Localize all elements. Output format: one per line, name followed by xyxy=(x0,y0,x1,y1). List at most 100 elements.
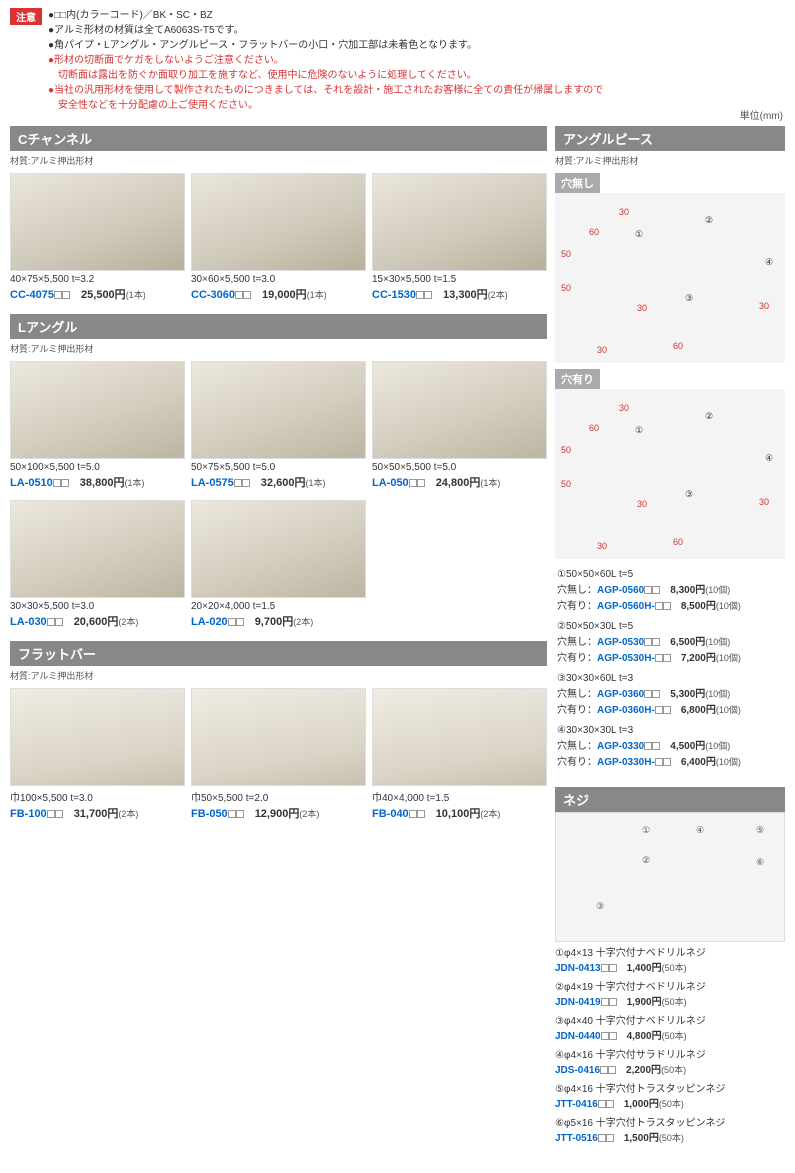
section-header: アングルピース xyxy=(555,126,785,151)
hole-block: 穴有り 30 60 50 50 30 30 60 30 ① ② ③ ④ xyxy=(555,369,785,559)
price: 8,300円 xyxy=(670,585,705,596)
product-image xyxy=(191,688,366,786)
screw-item: ②φ4×19 十字穴付ナベドリルネジ JDN-0419 1,900円(50本) xyxy=(555,980,785,1010)
desc: ③φ4×40 十字穴付ナベドリルネジ xyxy=(555,1014,785,1029)
marker: ③ xyxy=(596,901,604,912)
code: AGP-0560H- xyxy=(597,601,655,612)
dim: 50 xyxy=(561,249,571,259)
notice-line: ●□□内(カラーコード)／BK・SC・BZ xyxy=(48,8,603,23)
dim: 30 xyxy=(597,541,607,551)
qty: (10個) xyxy=(716,601,741,611)
desc: ⑤φ4×16 十字穴付トラスタッピンネジ xyxy=(555,1082,785,1097)
product-card: 30×60×5,500 t=3.0 CC-3060 19,000円(1本) xyxy=(191,173,366,302)
screw-item: ①φ4×13 十字穴付ナベドリルネジ JDN-0413 1,400円(50本) xyxy=(555,946,785,976)
screw-list: ①φ4×13 十字穴付ナベドリルネジ JDN-0413 1,400円(50本) … xyxy=(555,946,785,1146)
code: AGP-0330H- xyxy=(597,757,655,768)
right-column: アングルピース 材質:アルミ押出形材 穴無し 30 60 50 50 30 30… xyxy=(555,126,785,1158)
qty: (50本) xyxy=(662,997,687,1007)
notice-text: ●□□内(カラーコード)／BK・SC・BZ ●アルミ形材の材質は全てA6063S… xyxy=(48,8,603,113)
qty: (2本) xyxy=(480,809,500,819)
price: 20,600円 xyxy=(74,616,119,628)
code: LA-050 xyxy=(372,477,409,489)
qty: (2本) xyxy=(293,617,313,627)
qty: (10個) xyxy=(716,653,741,663)
code: LA-030 xyxy=(10,616,47,628)
product-card-empty xyxy=(372,500,547,629)
qty: (2本) xyxy=(488,290,508,300)
section-screws: ネジ ① ② ③ ④ ⑤ ⑥ ①φ4×13 十字穴付ナベドリルネジ JDN-04… xyxy=(555,787,785,1146)
qty: (2本) xyxy=(118,617,138,627)
code: CC-1530 xyxy=(372,289,416,301)
main-content: Cチャンネル 材質:アルミ押出形材 40×75×5,500 t=3.2 CC-4… xyxy=(0,126,795,1168)
spec: 30×60×5,500 t=3.0 xyxy=(191,274,366,285)
qty: (1本) xyxy=(126,290,146,300)
code-line: LA-0510 38,800円(1本) xyxy=(10,474,185,490)
code-line: CC-4075 25,500円(1本) xyxy=(10,286,185,302)
code-line: JTT-0516 1,500円(50本) xyxy=(555,1131,785,1146)
screw-item: ③φ4×40 十字穴付ナベドリルネジ JDN-0440 4,800円(50本) xyxy=(555,1014,785,1044)
marker: ③ xyxy=(685,489,693,500)
qty: (1本) xyxy=(305,478,325,488)
code: LA-0575 xyxy=(191,477,234,489)
qty: (10個) xyxy=(705,741,730,751)
spec-title: ①50×50×60L t=5 xyxy=(557,567,783,583)
marker: ① xyxy=(642,825,650,836)
spec-row: 穴有り：AGP-0360H- 6,800円(10個) xyxy=(557,703,783,719)
code-line: LA-020 9,700円(2本) xyxy=(191,613,366,629)
price: 8,500円 xyxy=(681,601,716,612)
section-flatbar: フラットバー 材質:アルミ押出形材 巾100×5,500 t=3.0 FB-10… xyxy=(10,641,547,821)
marker: ④ xyxy=(696,825,704,836)
code: CC-3060 xyxy=(191,289,235,301)
price: 1,000円 xyxy=(624,1099,659,1110)
price: 25,500円 xyxy=(81,289,126,301)
code: FB-100 xyxy=(10,808,47,820)
dim: 60 xyxy=(589,227,599,237)
spec: 20×20×4,000 t=1.5 xyxy=(191,601,366,612)
screw-item: ④φ4×16 十字穴付サラドリルネジ JDS-0416 2,200円(50本) xyxy=(555,1048,785,1078)
dim: 50 xyxy=(561,445,571,455)
qty: (50本) xyxy=(662,1031,687,1041)
marker: ⑥ xyxy=(756,857,764,868)
price: 4,500円 xyxy=(670,741,705,752)
product-card: 40×75×5,500 t=3.2 CC-4075 25,500円(1本) xyxy=(10,173,185,302)
price: 12,900円 xyxy=(255,808,300,820)
qty: (10個) xyxy=(705,637,730,647)
product-card: 15×30×5,500 t=1.5 CC-1530 13,300円(2本) xyxy=(372,173,547,302)
products-row: 巾100×5,500 t=3.0 FB-100 31,700円(2本) 巾50×… xyxy=(10,688,547,821)
qty: (10個) xyxy=(716,757,741,767)
product-card: 50×50×5,500 t=5.0 LA-050 24,800円(1本) xyxy=(372,361,547,490)
dim: 50 xyxy=(561,479,571,489)
marker: ② xyxy=(705,411,713,422)
spec-row: 穴無し：AGP-0530 6,500円(10個) xyxy=(557,635,783,651)
products-row: 50×100×5,500 t=5.0 LA-0510 38,800円(1本) 5… xyxy=(10,361,547,490)
marker: ⑤ xyxy=(756,825,764,836)
code: JDN-0440 xyxy=(555,1031,601,1042)
notice-box: 注意 ●□□内(カラーコード)／BK・SC・BZ ●アルミ形材の材質は全てA60… xyxy=(0,0,795,121)
code: AGP-0330 xyxy=(597,741,644,752)
spec: 50×50×5,500 t=5.0 xyxy=(372,462,547,473)
code: JDN-0419 xyxy=(555,997,601,1008)
price: 6,800円 xyxy=(681,705,716,716)
product-image xyxy=(372,361,547,459)
dim: 60 xyxy=(673,537,683,547)
dim: 30 xyxy=(637,499,647,509)
marker: ③ xyxy=(685,293,693,304)
spec-row: 穴有り：AGP-0530H- 7,200円(10個) xyxy=(557,651,783,667)
spec-title: ②50×50×30L t=5 xyxy=(557,619,783,635)
code: FB-040 xyxy=(372,808,409,820)
screw-image: ① ② ③ ④ ⑤ ⑥ xyxy=(555,812,785,942)
spec-row: 穴有り：AGP-0560H- 8,500円(10個) xyxy=(557,599,783,615)
product-card: 巾50×5,500 t=2.0 FB-050 12,900円(2本) xyxy=(191,688,366,821)
product-image xyxy=(191,361,366,459)
price: 32,600円 xyxy=(261,477,306,489)
nohole-block: 穴無し 30 60 50 50 30 30 60 30 ① ② ③ ④ xyxy=(555,173,785,363)
screw-item: ⑤φ4×16 十字穴付トラスタッピンネジ JTT-0416 1,000円(50本… xyxy=(555,1082,785,1112)
code-line: FB-040 10,100円(2本) xyxy=(372,805,547,821)
notice-line: ●アルミ形材の材質は全てA6063S-T5です。 xyxy=(48,23,603,38)
marker: ④ xyxy=(765,453,773,464)
price: 7,200円 xyxy=(681,653,716,664)
price: 31,700円 xyxy=(74,808,119,820)
code: AGP-0530H- xyxy=(597,653,655,664)
code-line: JDS-0416 2,200円(50本) xyxy=(555,1063,785,1078)
product-image xyxy=(372,688,547,786)
